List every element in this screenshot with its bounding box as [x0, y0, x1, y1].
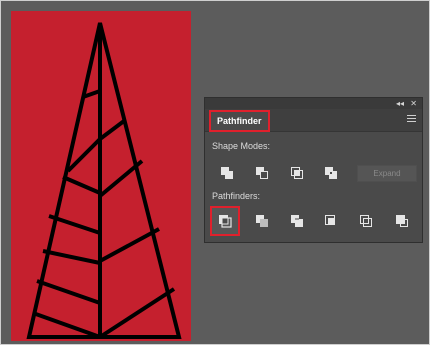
tab-pathfinder[interactable]: Pathfinder	[209, 110, 270, 132]
divide-icon[interactable]	[210, 206, 240, 236]
outline-icon[interactable]	[358, 213, 374, 229]
artboard[interactable]	[11, 11, 191, 341]
minus-front-icon[interactable]	[254, 165, 270, 181]
panel-tab-row: Pathfinder	[205, 109, 422, 132]
pathfinders-label: Pathfinders:	[212, 191, 261, 201]
crop-icon[interactable]	[323, 213, 339, 229]
unite-icon[interactable]	[219, 165, 235, 181]
hamburger-menu-icon[interactable]	[407, 113, 416, 123]
expand-button[interactable]: Expand	[357, 165, 417, 182]
workspace-canvas[interactable]: ◂◂ ✕ Pathfinder Shape Modes: Expand Path…	[0, 0, 430, 345]
exclude-icon[interactable]	[323, 165, 339, 181]
pathfinder-panel: ◂◂ ✕ Pathfinder Shape Modes: Expand Path…	[204, 97, 423, 243]
shape-modes-label: Shape Modes:	[212, 141, 271, 151]
close-panel-icon[interactable]: ✕	[410, 98, 417, 109]
tree-artwork[interactable]	[11, 11, 191, 341]
trim-icon[interactable]	[254, 213, 270, 229]
collapse-panel-icon[interactable]: ◂◂	[396, 98, 404, 109]
merge-icon[interactable]	[289, 213, 305, 229]
panel-title-strip[interactable]: ◂◂ ✕	[205, 98, 422, 109]
minus-back-icon[interactable]	[394, 213, 410, 229]
intersect-icon[interactable]	[289, 165, 305, 181]
